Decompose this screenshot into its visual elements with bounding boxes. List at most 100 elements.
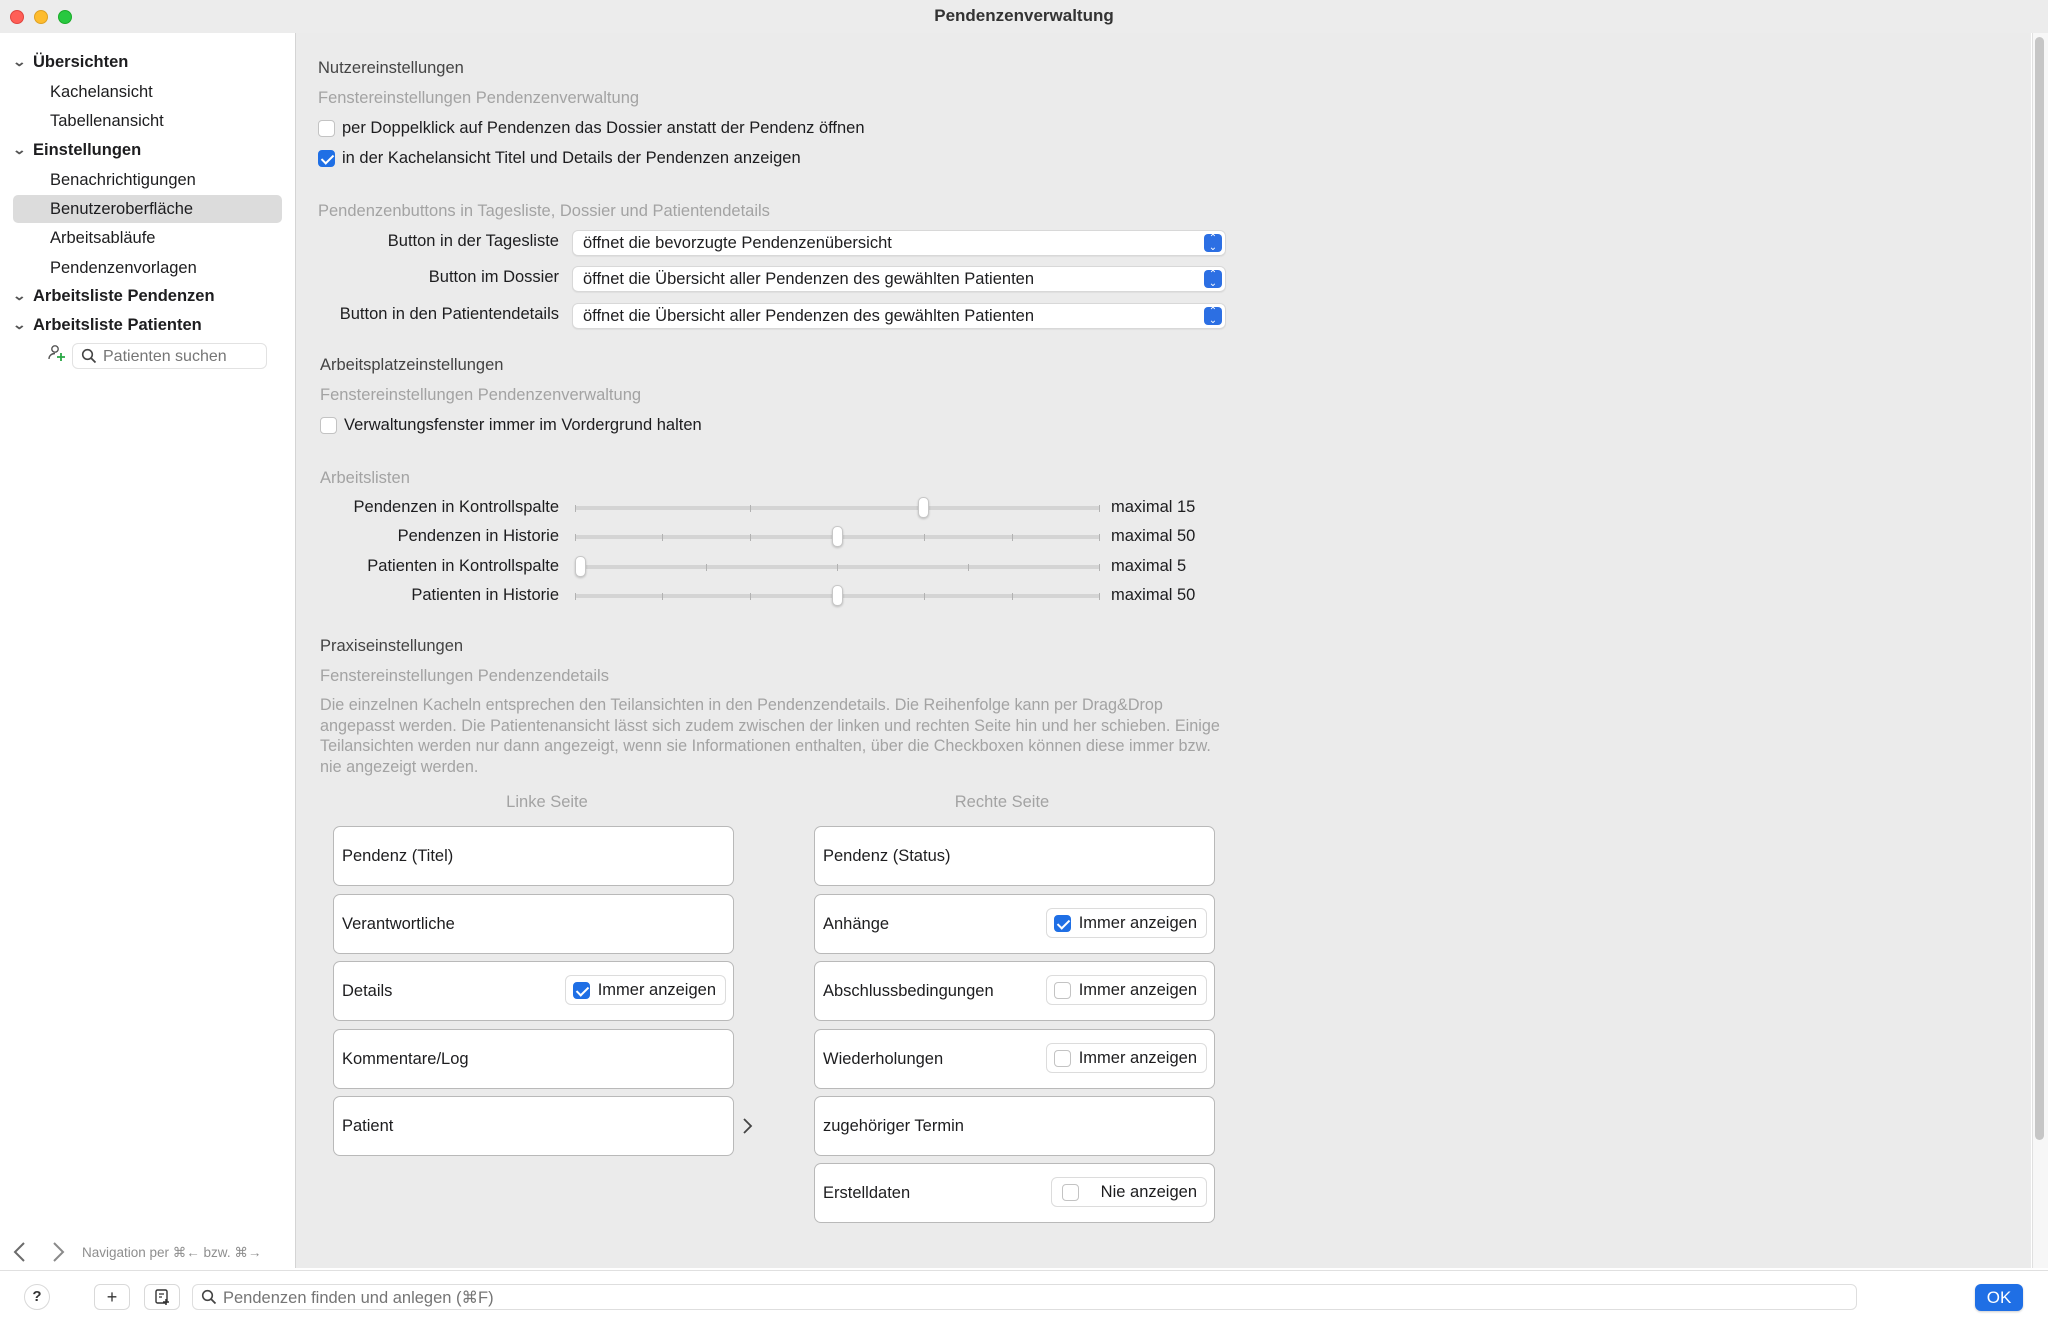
erstelldaten-never-show-checkbox[interactable] [1061, 1183, 1079, 1201]
wiederholungen-always-show-checkbox[interactable] [1053, 1049, 1071, 1067]
sidebar-group-arbeitsliste-patienten[interactable]: ⌄ Arbeitsliste Patienten [12, 312, 202, 338]
tile-erstelldaten[interactable]: Erstelldaten Nie anzeigen [814, 1163, 1215, 1223]
pendenzen-search-field[interactable] [192, 1284, 1857, 1310]
add-patient-icon[interactable] [47, 343, 67, 363]
tile-label: Anhänge [823, 915, 890, 933]
updown-chevron-icon: ⌃ ⌄ [1204, 307, 1222, 326]
details-always-show-toggle[interactable]: Immer anzeigen [564, 975, 726, 1005]
slider-tick [749, 593, 751, 600]
abschlussbedingungen-always-show-checkbox[interactable] [1053, 981, 1071, 999]
slider-tick [575, 505, 576, 512]
sidebar-group-label: Arbeitsliste Patienten [33, 315, 202, 334]
pendenzen-search-input[interactable] [223, 1288, 1843, 1308]
tile-patient[interactable]: Patient [333, 1096, 734, 1156]
tile-details[interactable]: Details Immer anzeigen [333, 961, 734, 1021]
tagesliste-button-select[interactable]: öffnet die bevorzugte Pendenzenübersicht… [572, 230, 1226, 256]
subheading-arbeitslisten: Arbeitslisten [320, 469, 410, 487]
sidebar-group-arbeitsliste-pendenzen[interactable]: ⌄ Arbeitsliste Pendenzen [12, 283, 215, 309]
tile-label: Kommentare/Log [342, 1050, 469, 1068]
sidebar-item-pendenzenvorlagen[interactable]: Pendenzenvorlagen [13, 254, 282, 282]
forward-icon[interactable] [50, 1241, 66, 1268]
slider-value-patienten-kontrollspalte: maximal 5 [1111, 557, 1187, 575]
tile-label: Pendenz (Status) [823, 847, 951, 865]
chevron-down-icon[interactable]: ⌄ [12, 288, 35, 304]
ok-button[interactable]: OK [1975, 1284, 2023, 1311]
updown-chevron-icon: ⌃ ⌄ [1204, 234, 1222, 253]
practice-description: Die einzelnen Kacheln entsprechen den Te… [320, 696, 1220, 776]
sidebar-item-kachelansicht[interactable]: Kachelansicht [13, 78, 282, 106]
slider-value-pendenzen-historie: maximal 50 [1111, 527, 1196, 545]
doubleclick-dossier-label: per Doppelklick auf Pendenzen das Dossie… [342, 119, 865, 137]
slider-tick [1099, 534, 1100, 541]
patientendetails-button-label: Button in den Patientendetails [339, 305, 559, 323]
sidebar-group-label: Übersichten [33, 52, 129, 71]
slider-knob[interactable] [832, 585, 843, 606]
slider-tick [1099, 564, 1100, 571]
tile-view-details-checkbox[interactable] [318, 150, 335, 167]
content-scrollbar-thumb[interactable] [2035, 37, 2044, 1140]
always-on-top-checkbox[interactable] [320, 417, 337, 434]
sidebar-group-uebersichten[interactable]: ⌄ Übersichten [12, 49, 129, 75]
wiederholungen-always-show-toggle[interactable]: Immer anzeigen [1045, 1043, 1207, 1073]
tile-label: Wiederholungen [823, 1050, 944, 1068]
move-right-icon[interactable] [742, 1116, 754, 1142]
chevron-down-icon[interactable]: ⌄ [12, 54, 35, 70]
slider-tick [662, 534, 664, 541]
slider-tick [1011, 593, 1013, 600]
tile-label: Pendenz (Titel) [342, 847, 454, 865]
doubleclick-dossier-checkbox[interactable] [318, 120, 335, 137]
tile-abschlussbedingungen[interactable]: Abschlussbedingungen Immer anzeigen [814, 961, 1215, 1021]
slider-knob[interactable] [575, 556, 586, 577]
tile-wiederholungen[interactable]: Wiederholungen Immer anzeigen [814, 1029, 1215, 1089]
section-heading-practice-settings: Praxiseinstellungen [320, 637, 464, 655]
option-label: Immer anzeigen [1078, 980, 1197, 999]
anhaenge-always-show-checkbox[interactable] [1053, 914, 1071, 932]
abschlussbedingungen-always-show-toggle[interactable]: Immer anzeigen [1045, 975, 1207, 1005]
slider-tick [662, 593, 664, 600]
sidebar-group-einstellungen[interactable]: ⌄ Einstellungen [12, 137, 141, 163]
erstelldaten-never-show-toggle[interactable]: Nie anzeigen [1050, 1177, 1207, 1207]
slider-tick [706, 564, 707, 571]
slider-label-pendenzen-historie: Pendenzen in Historie [397, 527, 559, 545]
slider-knob[interactable] [832, 526, 843, 547]
tile-label: Verantwortliche [342, 915, 455, 933]
tile-pendenz-status[interactable]: Pendenz (Status) [814, 826, 1215, 886]
tile-label: zugehöriger Termin [823, 1117, 964, 1135]
back-icon[interactable] [12, 1241, 28, 1268]
option-label: Nie anzeigen [1100, 1182, 1197, 1201]
slider-tick [924, 534, 926, 541]
patient-search-field[interactable] [72, 343, 267, 369]
details-always-show-checkbox[interactable] [572, 981, 590, 999]
patientendetails-button-select[interactable]: öffnet die Übersicht aller Pendenzen des… [572, 303, 1226, 329]
patient-search-input[interactable] [103, 347, 263, 367]
title-bar: Pendenzenverwaltung [0, 0, 2048, 33]
subheading-pendenzendetails: Fenstereinstellungen Pendenzendetails [320, 667, 609, 685]
sidebar-item-arbeitsablaeufe[interactable]: Arbeitsabläufe [13, 224, 282, 252]
sidebar-item-benutzeroberflaeche[interactable]: Benutzeroberfläche [13, 195, 282, 223]
slider-label-pendenzen-kontrollspalte: Pendenzen in Kontrollspalte [353, 498, 559, 516]
new-from-template-button[interactable] [144, 1284, 180, 1310]
anhaenge-always-show-toggle[interactable]: Immer anzeigen [1045, 908, 1207, 938]
slider-tick [575, 534, 576, 541]
help-button[interactable]: ? [24, 1284, 50, 1310]
add-button[interactable]: + [94, 1284, 130, 1310]
slider-knob[interactable] [917, 497, 929, 518]
chevron-down-icon[interactable]: ⌄ [12, 142, 35, 158]
tile-verantwortliche[interactable]: Verantwortliche [333, 894, 734, 954]
note-add-icon [153, 1289, 171, 1310]
sidebar-item-tabellenansicht[interactable]: Tabellenansicht [13, 107, 282, 135]
subheading-pendenzenbuttons: Pendenzenbuttons in Tagesliste, Dossier … [318, 202, 770, 220]
slider-pendenzen-kontrollspalte[interactable] [575, 506, 1100, 510]
sidebar-item-benachrichtigungen[interactable]: Benachrichtigungen [13, 166, 282, 194]
tile-zugehoeriger-termin[interactable]: zugehöriger Termin [814, 1096, 1215, 1156]
dossier-button-select[interactable]: öffnet die Übersicht aller Pendenzen des… [572, 266, 1226, 292]
subheading-workplace-window: Fenstereinstellungen Pendenzenverwaltung [320, 386, 642, 404]
sidebar-group-label: Arbeitsliste Pendenzen [33, 286, 215, 305]
left-column-heading: Linke Seite [506, 793, 588, 811]
tile-anhaenge[interactable]: Anhänge Immer anzeigen [814, 894, 1215, 954]
chevron-down-icon[interactable]: ⌄ [12, 317, 35, 333]
app-window: Pendenzenverwaltung ⌄ Übersichten Kachel… [0, 0, 2048, 1323]
slider-tick [1011, 534, 1013, 541]
tile-pendenz-titel[interactable]: Pendenz (Titel) [333, 826, 734, 886]
tile-kommentare-log[interactable]: Kommentare/Log [333, 1029, 734, 1089]
